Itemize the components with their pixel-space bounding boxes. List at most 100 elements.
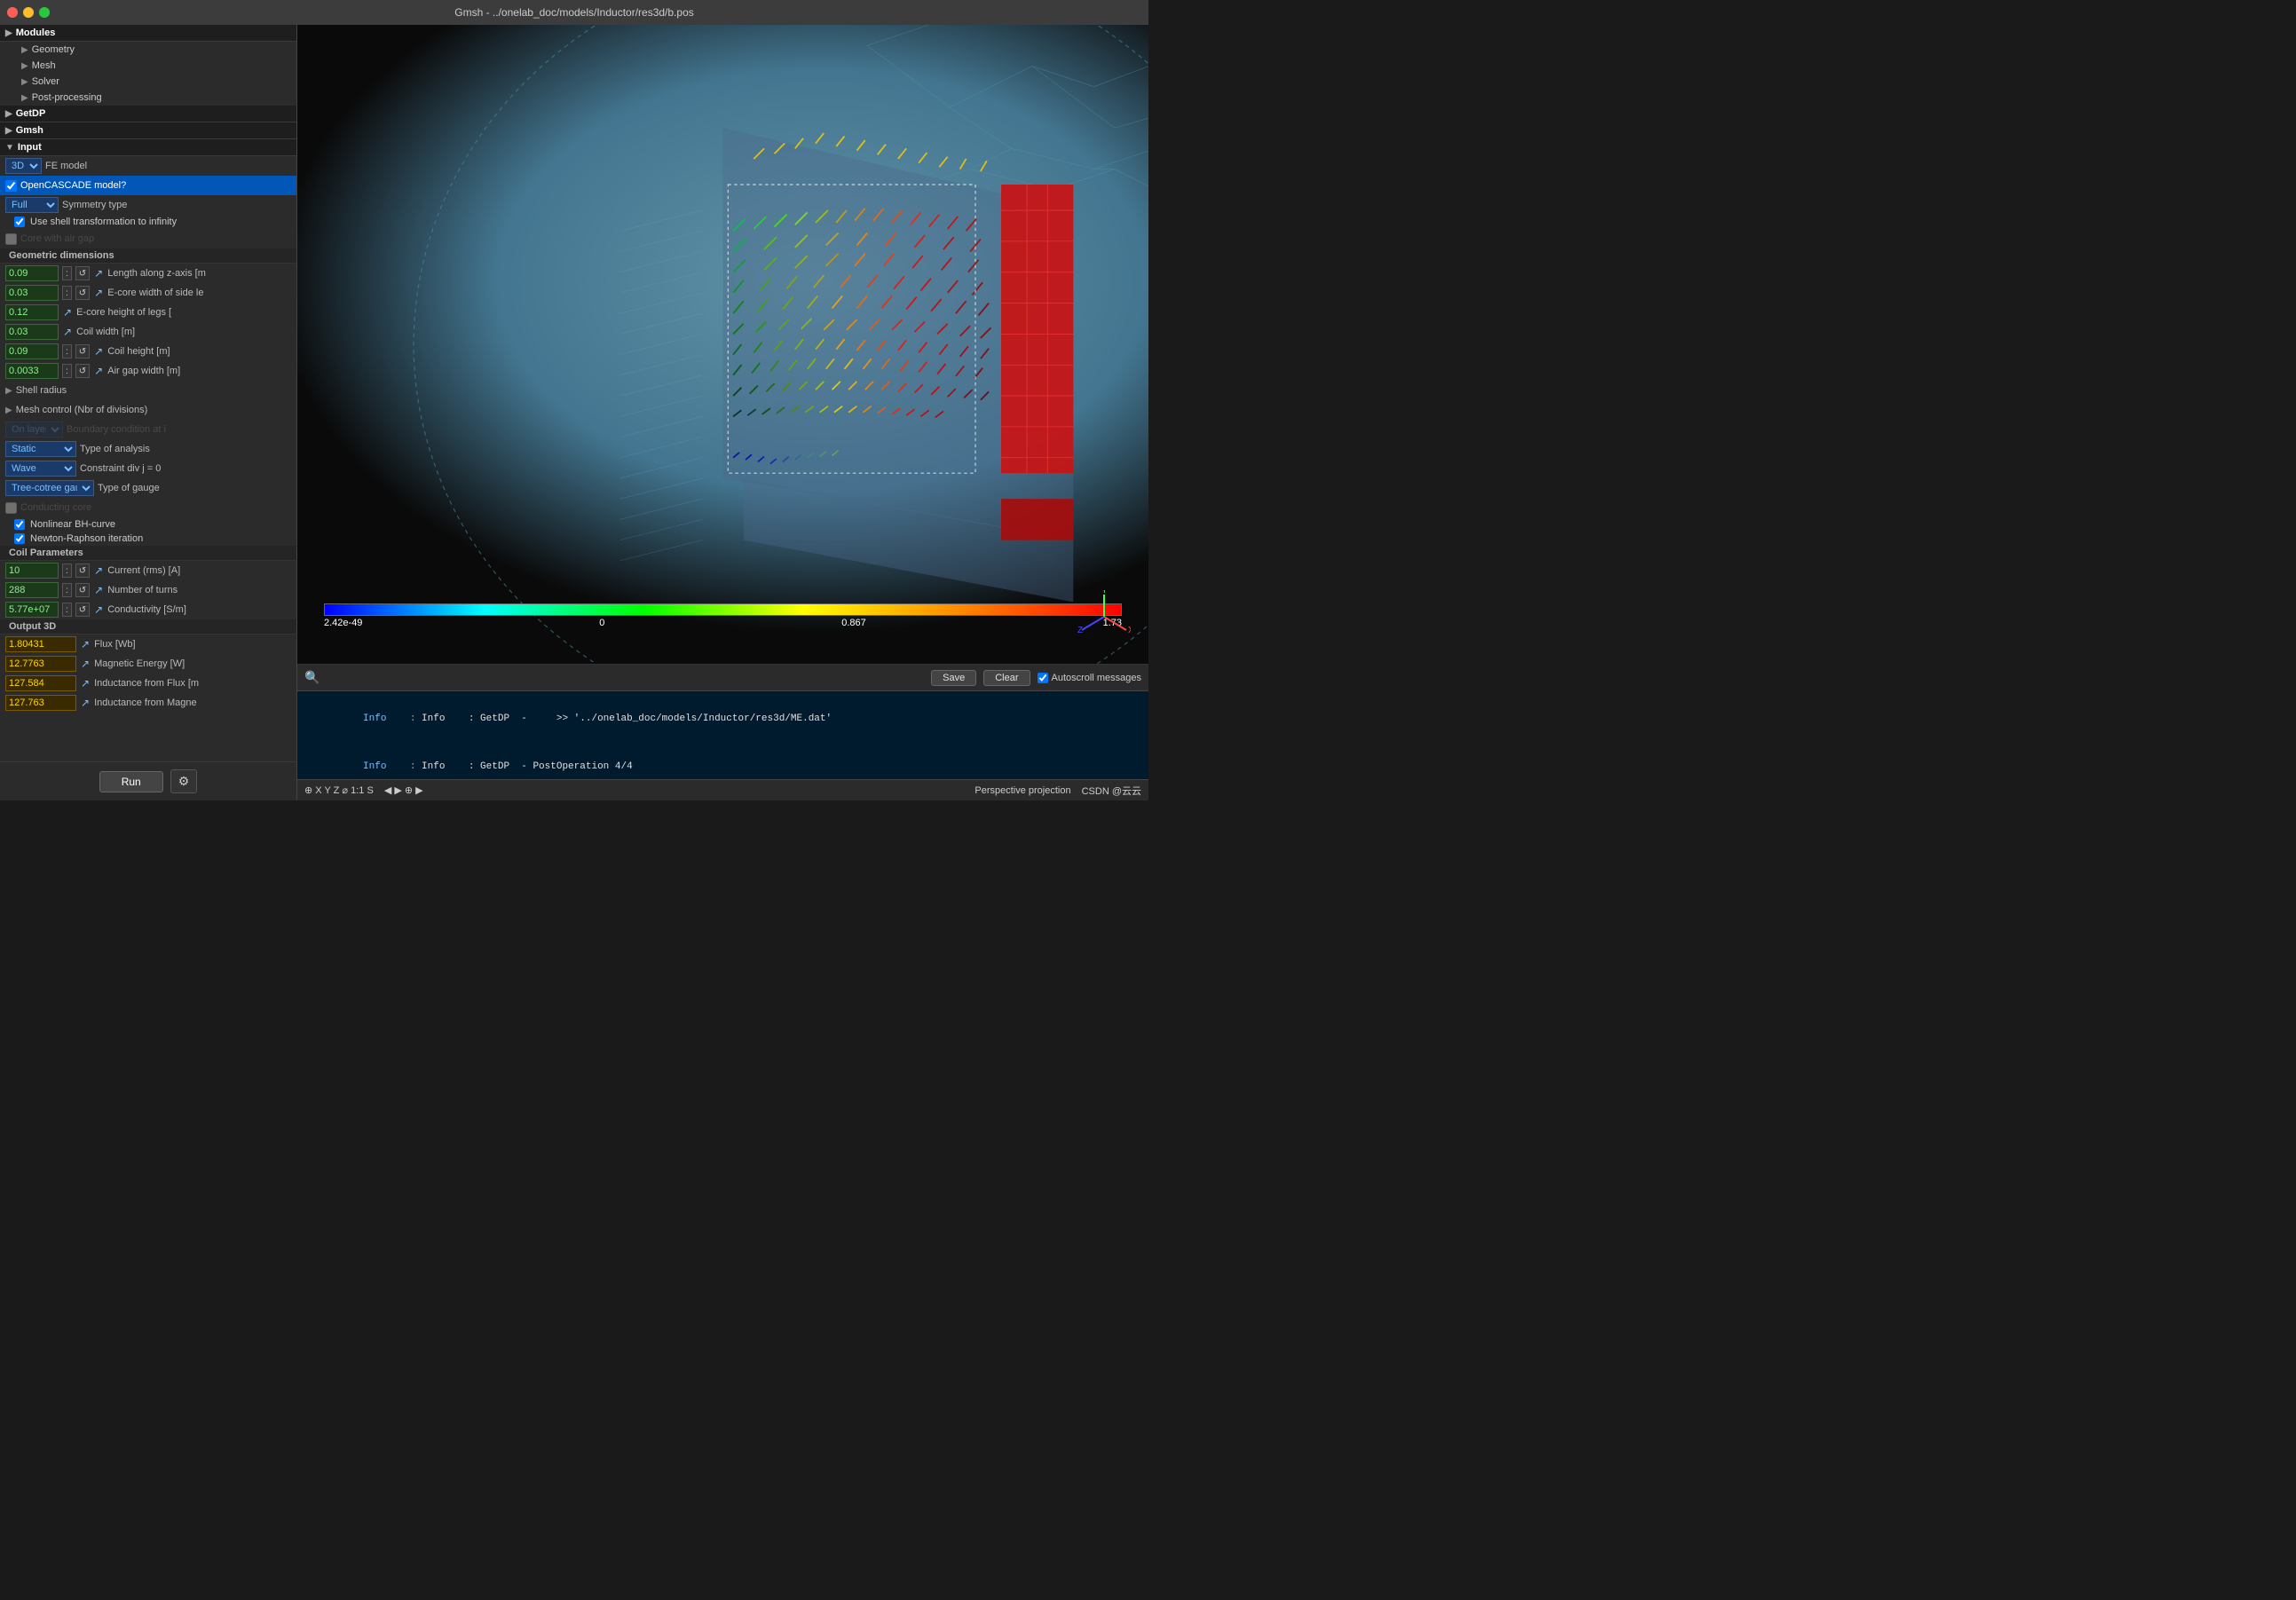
dim-input-5[interactable]: [5, 363, 59, 379]
run-button[interactable]: Run: [99, 771, 163, 792]
shell-radius-row: ▶ Shell radius: [0, 381, 296, 400]
dim-reset-1[interactable]: :: [62, 286, 72, 300]
sidebar-item-geometry[interactable]: ▶ Geometry: [0, 42, 296, 58]
log-line-0: Info : Info : GetDP - >> '../onelab_doc/…: [304, 695, 1141, 743]
nonlinear-bh-label: Nonlinear BH-curve: [30, 519, 115, 530]
coil-chart-1[interactable]: ↗: [93, 584, 104, 596]
dim-cycle-4[interactable]: ↺: [75, 344, 90, 359]
status-coords: ⊕ X Y Z ⌀ 1:1 S: [304, 784, 374, 796]
autoscroll-checkbox[interactable]: [1038, 673, 1048, 683]
output-chart-2[interactable]: ↗: [80, 677, 91, 690]
dim-input-2[interactable]: [5, 304, 59, 320]
core-air-gap-checkbox: [5, 233, 17, 245]
conducting-core-checkbox: [5, 502, 17, 514]
maximize-button[interactable]: [39, 7, 50, 18]
output-chart-1[interactable]: ↗: [80, 658, 91, 670]
traffic-lights: [7, 7, 50, 18]
opencascade-checkbox[interactable]: [5, 180, 17, 192]
dim-reset-4[interactable]: :: [62, 344, 72, 359]
minimize-button[interactable]: [23, 7, 34, 18]
dim-chart-5[interactable]: ↗: [93, 365, 104, 377]
dim-label-0: Length along z-axis [m: [107, 268, 291, 279]
output-chart-0[interactable]: ↗: [80, 638, 91, 650]
coil-input-2[interactable]: [5, 602, 59, 618]
gmsh-arrow: [5, 126, 12, 136]
use-shell-row: Use shell transformation to infinity: [0, 215, 296, 229]
dim-input-3[interactable]: [5, 324, 59, 340]
static-select[interactable]: Static: [5, 441, 76, 457]
solver-label: Solver: [32, 76, 59, 87]
search-icon: 🔍: [304, 670, 320, 685]
opencascade-row[interactable]: OpenCASCADE model?: [0, 176, 296, 195]
gauge-type-label: Type of gauge: [98, 483, 291, 493]
run-area: Run ⚙: [0, 761, 296, 800]
dim-input-4[interactable]: [5, 343, 59, 359]
coil-params-label: Coil Parameters: [9, 548, 83, 558]
coil-reset-2[interactable]: :: [62, 603, 72, 617]
dim-chart-3[interactable]: ↗: [62, 326, 73, 338]
autoscroll-text: Autoscroll messages: [1052, 673, 1142, 683]
fe-model-row: 3D FE model: [0, 156, 296, 176]
gmsh-label: Gmsh: [16, 125, 43, 136]
coil-reset-0[interactable]: :: [62, 564, 72, 578]
dim-reset-5[interactable]: :: [62, 364, 72, 378]
gear-button[interactable]: ⚙: [170, 769, 198, 793]
coil-cycle-2[interactable]: ↺: [75, 603, 90, 617]
nonlinear-bh-checkbox[interactable]: [14, 519, 25, 530]
wave-select[interactable]: Wave: [5, 461, 76, 477]
dim-cycle-1[interactable]: ↺: [75, 286, 90, 300]
newton-checkbox[interactable]: [14, 533, 25, 544]
colorbar: 2.42e-49 0 0.867 1.73: [324, 603, 1122, 628]
coil-row-2: : ↺ ↗ Conductivity [S/m]: [0, 600, 296, 619]
output-row-1: ↗ Magnetic Energy [W]: [0, 654, 296, 674]
geometry-label: Geometry: [32, 44, 75, 55]
coil-cycle-1[interactable]: ↺: [75, 583, 90, 597]
dim-cycle-0[interactable]: ↺: [75, 266, 90, 280]
constraint-div-label: Constraint div j = 0: [80, 463, 291, 474]
bc-label: Boundary condition at i: [67, 424, 291, 435]
sidebar-item-solver[interactable]: ▶ Solver: [0, 74, 296, 90]
coil-chart-0[interactable]: ↗: [93, 564, 104, 577]
log-line-1: Info : Info : GetDP - PostOperation 4/4: [304, 743, 1141, 779]
coil-chart-2[interactable]: ↗: [93, 603, 104, 616]
bc-select: On layer: [5, 422, 63, 437]
type-select[interactable]: Full: [5, 197, 59, 213]
dim-chart-0[interactable]: ↗: [93, 267, 104, 280]
gmsh-header[interactable]: Gmsh: [0, 122, 296, 139]
shell-radius-label: Shell radius: [16, 385, 291, 396]
modules-header[interactable]: Modules: [0, 25, 296, 42]
input-header[interactable]: Input: [0, 139, 296, 156]
sidebar-item-postprocessing[interactable]: ▶ Post-processing: [0, 90, 296, 106]
colorbar-min: 2.42e-49: [324, 618, 362, 628]
colorbar-gradient: [324, 603, 1122, 616]
dim-chart-1[interactable]: ↗: [93, 287, 104, 299]
symmetry-row: Full Symmetry type: [0, 195, 296, 215]
dim-reset-0[interactable]: :: [62, 266, 72, 280]
dim-chart-4[interactable]: ↗: [93, 345, 104, 358]
clear-button[interactable]: Clear: [983, 670, 1030, 686]
left-panel: Modules ▶ Geometry ▶ Mesh ▶ Solver ▶ Pos…: [0, 25, 297, 800]
coil-input-1[interactable]: [5, 582, 59, 598]
dim-input-1[interactable]: [5, 285, 59, 301]
gauge-select[interactable]: Tree-cotree gauge: [5, 480, 94, 496]
autoscroll-label: Autoscroll messages: [1038, 673, 1142, 683]
getdp-header[interactable]: GetDP: [0, 106, 296, 122]
output-chart-3[interactable]: ↗: [80, 697, 91, 709]
close-button[interactable]: [7, 7, 18, 18]
dim-row-5: : ↺ ↗ Air gap width [m]: [0, 361, 296, 381]
dim-row-0: : ↺ ↗ Length along z-axis [m: [0, 264, 296, 283]
output-label-3: Inductance from Magne: [94, 698, 291, 708]
save-button[interactable]: Save: [931, 670, 976, 686]
use-shell-checkbox[interactable]: [14, 217, 25, 227]
coil-reset-1[interactable]: :: [62, 583, 72, 597]
dim-input-0[interactable]: [5, 265, 59, 281]
output-label-0: Flux [Wb]: [94, 639, 291, 650]
dim-chart-2[interactable]: ↗: [62, 306, 73, 319]
coil-label-2: Conductivity [S/m]: [107, 604, 291, 615]
dim-cycle-5[interactable]: ↺: [75, 364, 90, 378]
sidebar-item-mesh[interactable]: ▶ Mesh: [0, 58, 296, 74]
coil-input-0[interactable]: [5, 563, 59, 579]
fe-model-select[interactable]: 3D: [5, 158, 42, 174]
viewport[interactable]: 2.42e-49 0 0.867 1.73 X Y Z: [297, 25, 1148, 664]
coil-cycle-0[interactable]: ↺: [75, 564, 90, 578]
